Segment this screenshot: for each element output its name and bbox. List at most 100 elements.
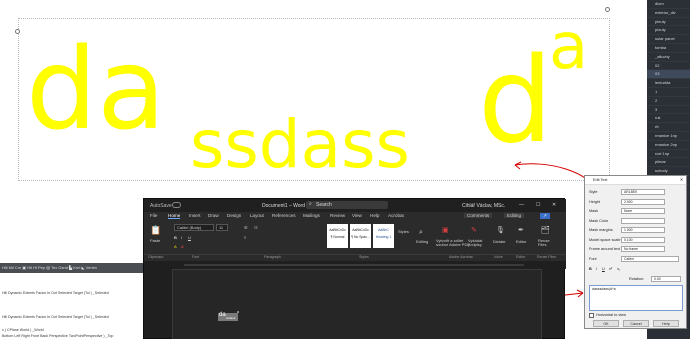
tab-insert[interactable]: Insert [189, 213, 201, 218]
font-name-select[interactable]: Calibri (Body) [174, 224, 214, 231]
dialog-field-value[interactable]: No frame [621, 246, 665, 252]
doc-text-subscript[interactable]: ssdass [226, 316, 235, 320]
font-color-icon[interactable]: A [181, 244, 184, 249]
italic-button[interactable]: I [596, 267, 597, 271]
search-box[interactable]: ⌕ Search [306, 201, 388, 209]
layer-item[interactable]: plouty [647, 26, 690, 36]
styles-button[interactable]: Styles [398, 229, 409, 234]
style-preview: AaBbCcDc [352, 228, 369, 232]
bold-icon[interactable]: B [174, 235, 177, 240]
minimize-icon[interactable]: — [519, 202, 524, 208]
acrobat-pdf-icon[interactable]: ▣ [442, 226, 449, 234]
numbering-icon[interactable]: ☷ [254, 225, 258, 230]
rotation-input[interactable]: 0.00 [651, 276, 681, 282]
request-signatures-button[interactable]: Vyžádat podpisy [468, 239, 482, 247]
bold-button[interactable]: B [589, 267, 592, 271]
dialog-title: Edit Text [593, 178, 608, 182]
style-normal[interactable]: AaBbCcDc ¶ Normal [327, 224, 348, 248]
layer-item[interactable]: pilmar [647, 158, 690, 168]
dialog-field-value[interactable]: Calibri [621, 255, 679, 262]
cancel-button[interactable]: Cancel [623, 320, 649, 327]
command-line: Hill Dynamic Extents Factor In Out Selec… [2, 291, 109, 295]
subscript-button[interactable]: x₂ [617, 267, 620, 271]
dialog-field-value[interactable] [621, 217, 665, 224]
layer-item[interactable]: rcel 1np [647, 150, 690, 159]
editor-button[interactable]: Editor [516, 239, 526, 244]
layer-item[interactable]: rtt [647, 123, 690, 132]
tab-view[interactable]: View [352, 213, 362, 218]
style-heading-1[interactable]: AaBbC Heading 1 [373, 224, 394, 248]
doc-text-superscript[interactable]: a [237, 310, 239, 314]
ok-button[interactable]: OK [593, 320, 619, 327]
style-no-spacing[interactable]: AaBbCcDc ¶ No Spac... [350, 224, 371, 248]
layer-item[interactable]: lenturkta [647, 79, 690, 88]
maximize-icon[interactable]: ☐ [536, 202, 540, 208]
editor-icon[interactable]: ✒ [518, 226, 524, 234]
reuse-files-icon[interactable]: 🗂 [541, 226, 550, 234]
layer-item[interactable]: rmanice 1np [647, 132, 690, 141]
osnap-toolbar[interactable]: Hill Mil Cm ▣ Htl Hl Pep ▤ Tex Gsnd ▙ Kn… [0, 263, 148, 273]
group-label-reuse: Reuse Files [537, 255, 556, 259]
group-label-font: Font [192, 255, 200, 259]
layer-item[interactable]: 02 [647, 62, 690, 71]
create-pdf-button[interactable]: Vytvořit a sdílet soubor Adobe PDF [436, 239, 470, 247]
editing-icon[interactable]: ⌕ [419, 229, 423, 237]
tab-layout[interactable]: Layout [250, 213, 264, 218]
layer-item[interactable]: 1 [647, 88, 690, 97]
layer-item[interactable]: _alluchy [647, 53, 690, 62]
style-preview: AaBbCcDc [329, 228, 346, 232]
tab-draw[interactable]: Draw [208, 213, 219, 218]
doc-text-da[interactable]: da [219, 312, 226, 318]
layer-item[interactable]: exterior_div [647, 9, 690, 18]
tab-references[interactable]: References [272, 213, 296, 218]
dialog-field-value[interactable]: ARLBEK [621, 189, 665, 195]
font-size-select[interactable]: 11 [216, 224, 228, 231]
user-name[interactable]: Cihlář Václav, MSc. [462, 203, 505, 209]
close-icon[interactable]: ✕ [552, 202, 556, 208]
microphone-icon[interactable]: 🎙 [496, 226, 505, 234]
paste-icon[interactable]: 📋 [150, 225, 161, 236]
highlight-icon[interactable]: A [174, 244, 177, 249]
horizontal-checkbox[interactable] [589, 313, 594, 318]
help-button[interactable]: Help [653, 320, 679, 327]
acrobat-sign-icon[interactable]: ✎ [471, 226, 477, 234]
tab-home[interactable]: Home [168, 213, 181, 219]
layer-item[interactable]: pleuty [647, 18, 690, 27]
tab-review[interactable]: Review [330, 213, 345, 218]
layer-item[interactable]: ruk [647, 114, 690, 124]
text-editor-area[interactable]: dasssdass|d^a [589, 285, 683, 311]
layer-item[interactable]: 2 [647, 97, 690, 106]
close-icon[interactable]: ✕ [680, 176, 683, 185]
underline-icon[interactable]: U [188, 235, 191, 240]
layer-item[interactable]: 03 [647, 70, 690, 80]
dictate-button[interactable]: Dictate [493, 239, 505, 244]
layer-item[interactable]: dlom [647, 0, 690, 9]
layer-item[interactable]: 3 [647, 106, 690, 115]
dialog-field-value[interactable]: 1.000 [621, 227, 665, 233]
comments-button[interactable]: Comments [464, 213, 493, 218]
bullets-icon[interactable]: ☰ [244, 225, 248, 230]
reuse-files-button[interactable]: Reuse Files [538, 239, 550, 247]
tab-file[interactable]: File [150, 213, 157, 218]
italic-icon[interactable]: I [181, 235, 182, 240]
tab-help[interactable]: Help [370, 213, 379, 218]
dialog-field-value[interactable]: 0.100 [621, 236, 665, 243]
share-button[interactable]: ↗ [540, 213, 550, 219]
editing-mode-button[interactable]: Editing [504, 213, 525, 218]
tab-acrobat[interactable]: Acrobat [388, 213, 404, 218]
editing-button[interactable]: Editing [416, 239, 428, 244]
autosave-toggle[interactable] [172, 202, 181, 208]
rotation-label: Rotation: [629, 277, 645, 281]
paste-button[interactable]: Paste [150, 238, 160, 243]
document-page[interactable]: da ssdass a [172, 269, 542, 339]
dialog-field-value[interactable]: 2.000 [621, 198, 665, 205]
tab-mailings[interactable]: Mailings [303, 213, 320, 218]
dialog-field-value[interactable]: None [621, 208, 665, 214]
align-icon[interactable]: ≡ [244, 235, 246, 240]
layer-item[interactable]: solar panel [647, 35, 690, 44]
superscript-button[interactable]: x² [609, 267, 612, 271]
layer-item[interactable]: tomba [647, 44, 690, 53]
layer-item[interactable]: rmanice 2np [647, 141, 690, 150]
tab-design[interactable]: Design [227, 213, 241, 218]
underline-button[interactable]: U [602, 267, 605, 271]
